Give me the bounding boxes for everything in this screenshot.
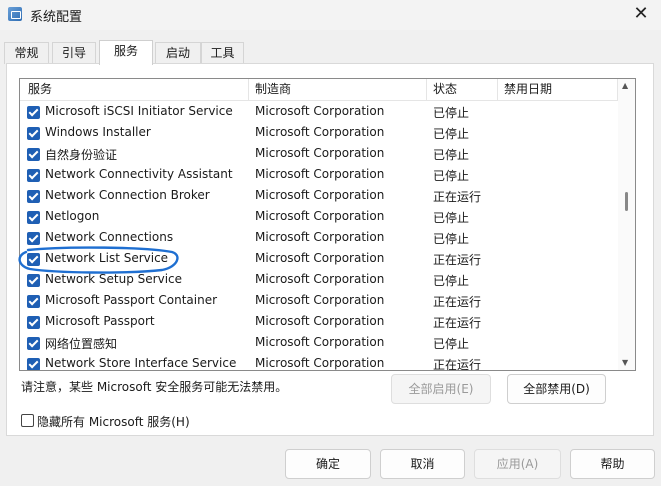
service-checkbox[interactable] (27, 337, 40, 350)
table-row[interactable]: 自然身份验证 Microsoft Corporation 已停止 (20, 144, 618, 165)
tab-tools[interactable]: 工具 (201, 42, 244, 64)
service-name: Netlogon (45, 209, 100, 223)
service-checkbox[interactable] (27, 169, 40, 182)
service-vendor: Microsoft Corporation (255, 104, 385, 118)
service-checkbox[interactable] (27, 127, 40, 140)
service-vendor: Microsoft Corporation (255, 146, 385, 160)
service-name: Network Store Interface Service (45, 356, 237, 370)
table-row[interactable]: Microsoft Passport Container Microsoft C… (20, 291, 618, 312)
service-checkbox[interactable] (27, 358, 40, 370)
service-status: 已停止 (433, 106, 470, 120)
table-row[interactable]: Netlogon Microsoft Corporation 已停止 (20, 207, 618, 228)
service-vendor: Microsoft Corporation (255, 293, 385, 307)
service-status: 正在运行 (433, 316, 482, 330)
table-row[interactable]: Network Connection Broker Microsoft Corp… (20, 186, 618, 207)
title-bar: 系统配置 ✕ (0, 0, 661, 30)
column-status[interactable]: 状态 (433, 79, 457, 101)
service-name: Microsoft iSCSI Initiator Service (45, 104, 233, 118)
enable-all-button[interactable]: 全部启用(E) (391, 374, 491, 404)
cancel-button[interactable]: 取消 (380, 449, 465, 479)
service-vendor: Microsoft Corporation (255, 335, 385, 349)
service-name: Microsoft Passport (45, 314, 155, 328)
service-name: Network Connection Broker (45, 188, 210, 202)
service-name: Network Connections (45, 230, 174, 244)
service-status: 正在运行 (433, 358, 482, 371)
scroll-thumb[interactable] (625, 192, 628, 211)
window-title: 系统配置 (30, 10, 83, 25)
tab-startup[interactable]: 启动 (155, 42, 201, 64)
service-vendor: Microsoft Corporation (255, 356, 385, 370)
table-row[interactable]: Windows Installer Microsoft Corporation … (20, 123, 618, 144)
service-checkbox[interactable] (27, 295, 40, 308)
service-checkbox[interactable] (27, 190, 40, 203)
warning-note: 请注意，某些 Microsoft 安全服务可能无法禁用。 (21, 380, 288, 394)
hide-ms-checkbox[interactable] (21, 414, 34, 427)
service-status: 已停止 (433, 337, 470, 351)
column-divider[interactable] (426, 79, 427, 101)
service-vendor: Microsoft Corporation (255, 188, 385, 202)
table-row[interactable]: Microsoft iSCSI Initiator Service Micros… (20, 102, 618, 123)
sort-ascending-icon: ⌃ (333, 78, 342, 84)
service-checkbox[interactable] (27, 232, 40, 245)
tab-general[interactable]: 常规 (4, 42, 49, 64)
column-disabled-date[interactable]: 禁用日期 (504, 79, 552, 101)
service-name: 网络位置感知 (45, 337, 118, 351)
table-row[interactable]: Network Connectivity Assistant Microsoft… (20, 165, 618, 186)
apply-button[interactable]: 应用(A) (474, 449, 561, 479)
service-status: 正在运行 (433, 253, 482, 267)
close-icon[interactable]: ✕ (627, 2, 655, 26)
service-checkbox[interactable] (27, 274, 40, 287)
list-header: 服务 制造商 ⌃ 状态 禁用日期 (20, 79, 618, 101)
tab-services[interactable]: 服务 (99, 40, 153, 65)
service-vendor: Microsoft Corporation (255, 209, 385, 223)
table-row[interactable]: 网络位置感知 Microsoft Corporation 已停止 (20, 333, 618, 354)
service-status: 已停止 (433, 148, 470, 162)
service-status: 已停止 (433, 169, 470, 183)
system-config-icon (8, 7, 22, 21)
vertical-scrollbar[interactable]: ▲ ▼ (618, 79, 635, 370)
service-status: 已停止 (433, 232, 470, 246)
service-vendor: Microsoft Corporation (255, 230, 385, 244)
service-checkbox[interactable] (27, 211, 40, 224)
service-vendor: Microsoft Corporation (255, 125, 385, 139)
service-checkbox[interactable] (27, 106, 40, 119)
service-vendor: Microsoft Corporation (255, 251, 385, 265)
service-status: 已停止 (433, 127, 470, 141)
services-list[interactable]: 服务 制造商 ⌃ 状态 禁用日期 Microsoft iSCSI Initiat… (19, 78, 636, 371)
service-name: Windows Installer (45, 125, 151, 139)
hide-ms-label: 隐藏所有 Microsoft 服务(H) (37, 415, 190, 429)
service-vendor: Microsoft Corporation (255, 314, 385, 328)
ok-button[interactable]: 确定 (285, 449, 371, 479)
column-divider[interactable] (497, 79, 498, 101)
disable-all-button[interactable]: 全部禁用(D) (507, 374, 606, 404)
column-divider[interactable] (248, 79, 249, 101)
service-status: 正在运行 (433, 190, 482, 204)
column-vendor[interactable]: 制造商 (255, 79, 291, 101)
help-button[interactable]: 帮助 (570, 449, 655, 479)
service-name: 自然身份验证 (45, 148, 118, 162)
tab-boot[interactable]: 引导 (52, 42, 96, 64)
table-row[interactable]: Microsoft Passport Microsoft Corporation… (20, 312, 618, 333)
scroll-up-icon[interactable]: ▲ (622, 81, 628, 90)
service-status: 已停止 (433, 211, 470, 225)
service-vendor: Microsoft Corporation (255, 167, 385, 181)
service-checkbox[interactable] (27, 148, 40, 161)
service-checkbox[interactable] (27, 316, 40, 329)
service-name: Microsoft Passport Container (45, 293, 218, 307)
service-status: 已停止 (433, 274, 470, 288)
table-row[interactable]: Network Store Interface Service Microsof… (20, 354, 618, 371)
service-vendor: Microsoft Corporation (255, 272, 385, 286)
service-status: 正在运行 (433, 295, 482, 309)
scroll-down-icon[interactable]: ▼ (622, 358, 628, 367)
service-name: Network Connectivity Assistant (45, 167, 233, 181)
column-service[interactable]: 服务 (28, 79, 52, 101)
service-name: Network Setup Service (45, 272, 183, 286)
highlight-annotation (18, 246, 179, 274)
